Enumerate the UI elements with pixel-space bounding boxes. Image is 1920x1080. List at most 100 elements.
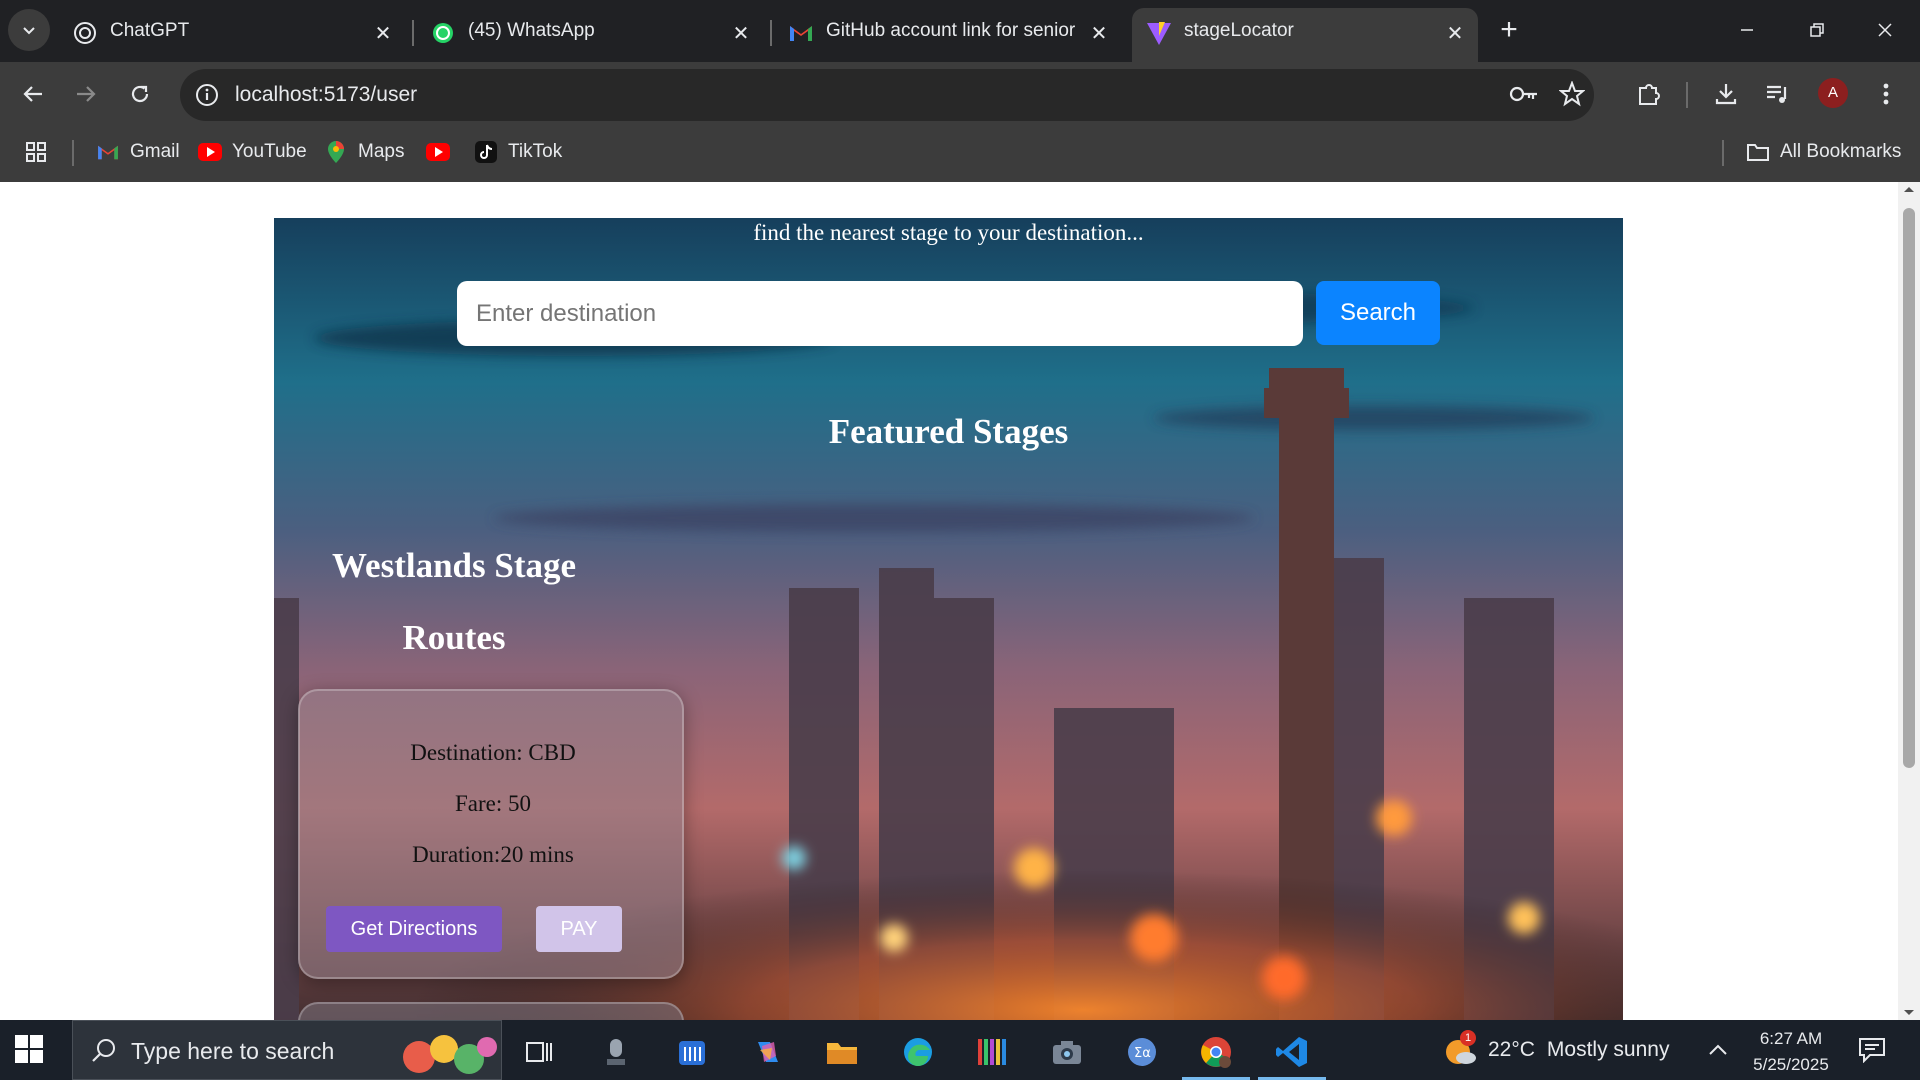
taskbar-app-calculator[interactable] bbox=[672, 1032, 712, 1072]
tab-separator bbox=[770, 20, 772, 46]
tab-chatgpt[interactable]: ChatGPT ✕ bbox=[58, 8, 408, 62]
all-bookmarks-button[interactable]: All Bookmarks bbox=[1746, 136, 1901, 168]
get-directions-button[interactable]: Get Directions bbox=[326, 906, 502, 952]
page-scrollbar[interactable] bbox=[1898, 182, 1920, 1020]
taskbar-app-math[interactable]: Σα bbox=[1122, 1032, 1162, 1072]
forward-button[interactable] bbox=[66, 74, 106, 114]
show-hidden-icons-button[interactable] bbox=[1698, 1030, 1738, 1070]
close-icon[interactable]: ✕ bbox=[1442, 20, 1468, 46]
weather-badge: 1 bbox=[1460, 1030, 1476, 1046]
bookmarks-bar: Gmail YouTube Maps TikTok All Bookmarks bbox=[0, 126, 1920, 182]
chatgpt-icon bbox=[72, 20, 98, 46]
media-queue-icon bbox=[1767, 85, 1787, 103]
windows-logo-icon bbox=[15, 1035, 43, 1063]
site-info-icon[interactable] bbox=[194, 82, 220, 108]
math-app-icon: Σα bbox=[1128, 1038, 1156, 1066]
restore-icon bbox=[1810, 23, 1824, 37]
media-control-button[interactable] bbox=[1758, 74, 1798, 114]
new-tab-button[interactable]: + bbox=[1493, 15, 1525, 47]
close-window-button[interactable] bbox=[1862, 10, 1908, 50]
bookmark-label: Gmail bbox=[130, 141, 180, 162]
system-clock[interactable]: 6:27 AM 5/25/2025 bbox=[1736, 1026, 1846, 1078]
puzzle-icon bbox=[1639, 84, 1660, 105]
notifications-button[interactable] bbox=[1852, 1030, 1892, 1070]
start-button[interactable] bbox=[14, 1034, 46, 1066]
destination-search-input[interactable] bbox=[457, 281, 1303, 346]
gmail-icon bbox=[96, 140, 120, 164]
password-key-button[interactable] bbox=[1504, 74, 1544, 114]
bar-app-icon bbox=[679, 1041, 705, 1065]
apps-button[interactable] bbox=[24, 136, 58, 168]
browser-toolbar: localhost:5173/user A bbox=[0, 62, 1920, 126]
url-text: localhost:5173/user bbox=[235, 83, 418, 106]
address-bar[interactable]: localhost:5173/user bbox=[180, 69, 1594, 121]
gmail-icon bbox=[788, 20, 814, 46]
back-arrow-icon bbox=[23, 86, 42, 102]
stage-name-heading: Westlands Stage bbox=[331, 546, 577, 585]
browser-chrome: ChatGPT ✕ (45) WhatsApp ✕ GitHub account… bbox=[0, 0, 1920, 182]
bookmark-youtube[interactable]: YouTube bbox=[198, 136, 307, 168]
taskbar-app-file-explorer[interactable] bbox=[822, 1032, 862, 1072]
task-view-button[interactable] bbox=[519, 1032, 559, 1072]
route-card: Destination: CBD Fare: 50 Duration:20 mi… bbox=[298, 689, 684, 979]
page-viewport: find the nearest stage to your destinati… bbox=[0, 182, 1920, 1020]
tab-separator bbox=[412, 20, 414, 46]
featured-stages-heading: Featured Stages bbox=[828, 412, 1069, 451]
taskbar-search-placeholder: Type here to search bbox=[131, 1038, 335, 1064]
search-button[interactable]: Search bbox=[1316, 281, 1440, 345]
scroll-up-arrow-icon[interactable] bbox=[1898, 182, 1920, 196]
bookmark-star-button[interactable] bbox=[1552, 74, 1592, 114]
chevron-up-icon bbox=[1709, 1044, 1727, 1055]
restore-button[interactable] bbox=[1794, 10, 1840, 50]
folder-icon bbox=[1746, 140, 1770, 164]
close-icon[interactable]: ✕ bbox=[1086, 20, 1112, 46]
browser-menu-button[interactable] bbox=[1866, 74, 1906, 114]
close-icon[interactable]: ✕ bbox=[370, 20, 396, 46]
reload-icon bbox=[131, 85, 149, 103]
search-icon bbox=[92, 1039, 115, 1062]
pay-button[interactable]: PAY bbox=[536, 906, 622, 952]
bookmark-maps[interactable]: Maps bbox=[324, 136, 404, 168]
tiktok-icon bbox=[474, 140, 498, 164]
scrollbar-thumb[interactable] bbox=[1903, 208, 1915, 768]
profile-avatar[interactable]: A bbox=[1818, 78, 1848, 108]
extensions-button[interactable] bbox=[1629, 74, 1669, 114]
bookmark-youtube-2[interactable] bbox=[426, 136, 460, 168]
close-icon[interactable]: ✕ bbox=[728, 20, 754, 46]
tab-stagelocator[interactable]: stageLocator ✕ bbox=[1132, 8, 1478, 62]
toolbar-separator bbox=[1686, 82, 1688, 108]
vite-icon bbox=[1146, 20, 1172, 46]
taskbar-app-bars[interactable] bbox=[972, 1032, 1012, 1072]
taskbar-app-camera[interactable] bbox=[1047, 1032, 1087, 1072]
star-icon bbox=[1559, 81, 1585, 107]
route-fare: Fare: 50 bbox=[454, 791, 531, 816]
minimize-button[interactable] bbox=[1724, 10, 1770, 50]
back-button[interactable] bbox=[13, 74, 53, 114]
key-icon bbox=[1509, 86, 1537, 102]
tab-title: ChatGPT bbox=[110, 20, 190, 41]
taskbar-app-recorder[interactable] bbox=[596, 1032, 636, 1072]
weather-description: Mostly sunny bbox=[1546, 1038, 1670, 1061]
bookmark-label: TikTok bbox=[508, 141, 563, 162]
weather-widget[interactable]: 1 22°C Mostly sunny bbox=[1444, 1030, 1670, 1066]
bookmarks-separator bbox=[1722, 140, 1724, 166]
taskbar-app-copilot[interactable] bbox=[748, 1032, 788, 1072]
task-view-icon bbox=[526, 1042, 552, 1062]
taskbar-app-chrome[interactable] bbox=[1196, 1032, 1236, 1072]
downloads-button[interactable] bbox=[1706, 74, 1746, 114]
scroll-down-arrow-icon[interactable] bbox=[1898, 1006, 1920, 1020]
bookmark-tiktok[interactable]: TikTok bbox=[474, 136, 562, 168]
tab-whatsapp[interactable]: (45) WhatsApp ✕ bbox=[416, 8, 766, 62]
bookmark-gmail[interactable]: Gmail bbox=[96, 136, 180, 168]
clock-date: 5/25/2025 bbox=[1753, 1055, 1829, 1074]
reload-button[interactable] bbox=[120, 74, 160, 114]
whatsapp-icon bbox=[430, 20, 456, 46]
taskbar-search-box[interactable]: Type here to search bbox=[72, 1020, 502, 1080]
all-bookmarks-label: All Bookmarks bbox=[1780, 141, 1902, 162]
taskbar-app-edge[interactable] bbox=[898, 1032, 938, 1072]
tab-gmail[interactable]: GitHub account link for senior p ✕ bbox=[774, 8, 1124, 62]
chrome-icon bbox=[1201, 1037, 1231, 1068]
taskbar-app-vscode[interactable] bbox=[1272, 1032, 1312, 1072]
tab-search-button[interactable] bbox=[8, 9, 50, 51]
notification-icon bbox=[1859, 1038, 1885, 1063]
